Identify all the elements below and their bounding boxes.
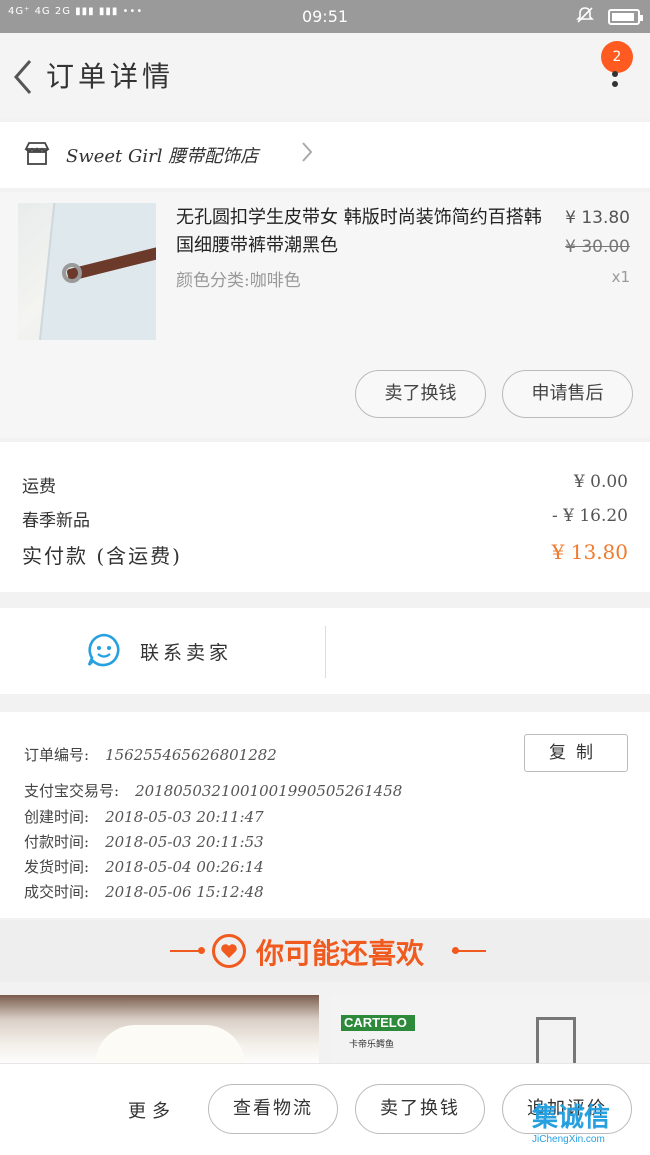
alipay-row: 支付宝交易号: 2018050321001001990505261458 xyxy=(24,780,402,801)
store-icon xyxy=(24,140,50,166)
promo-value: - ¥ 16.20 xyxy=(551,506,628,526)
after-sale-button[interactable]: 申请售后 xyxy=(502,370,633,418)
back-icon[interactable] xyxy=(10,57,40,97)
total-value: ¥ 13.80 xyxy=(551,540,628,564)
shipping-value: ¥ 0.00 xyxy=(573,472,628,492)
shipped-label: 发货时间: xyxy=(24,858,90,876)
shop-link[interactable]: Sweet Girl 腰带配饰店 xyxy=(0,122,650,188)
watermark-cn: 集诚信 xyxy=(532,1102,611,1132)
header: 订单详情 2 xyxy=(0,33,650,119)
product-original-price: ¥ 30.00 xyxy=(565,237,630,257)
contact-seller-button[interactable]: 联系卖家 xyxy=(140,638,232,665)
more-menu-icon[interactable] xyxy=(610,69,620,91)
brand-logo: CARTELO xyxy=(341,1015,415,1031)
brand-subtitle: 卡帝乐鳄鱼 xyxy=(349,1039,395,1049)
product-price: ¥ 13.80 xyxy=(565,208,630,228)
order-number: 156255465626801282 xyxy=(105,746,277,764)
chat-bubble-icon[interactable] xyxy=(86,632,122,668)
paid-time: 2018-05-03 20:11:53 xyxy=(105,833,264,851)
mute-bell-icon xyxy=(576,6,594,28)
suitcase-handle-icon xyxy=(536,1017,576,1065)
decor-dot-left xyxy=(198,947,205,954)
created-label: 创建时间: xyxy=(24,808,90,826)
shipping-label: 运费 xyxy=(22,477,56,497)
decor-line-right xyxy=(452,950,486,952)
total-label: 实付款 (含运费) xyxy=(22,544,182,568)
heart-icon xyxy=(212,934,246,968)
product-quantity: x1 xyxy=(611,268,630,286)
shipped-time: 2018-05-04 00:26:14 xyxy=(105,858,264,876)
chevron-right-icon xyxy=(300,139,314,171)
created-time: 2018-05-03 20:11:47 xyxy=(105,808,264,826)
created-row: 创建时间: 2018-05-03 20:11:47 xyxy=(24,806,264,827)
status-bar: 4G⁺ 4G 2G ▮▮▮ ▮▮▮ ••• 09:51 xyxy=(0,0,650,33)
alipay-label: 支付宝交易号: xyxy=(24,782,120,800)
shipped-row: 发货时间: 2018-05-04 00:26:14 xyxy=(24,856,264,877)
bottom-action-bar: 更多 查看物流 卖了换钱 追加评价 集诚信 JiChengXin.com xyxy=(0,1063,650,1155)
recommend-header: 你可能还喜欢 xyxy=(0,920,650,982)
promo-row: 春季新品 - ¥ 16.20 xyxy=(22,506,628,531)
resell-bottom-button[interactable]: 卖了换钱 xyxy=(355,1084,485,1134)
completed-time: 2018-05-06 15:12:48 xyxy=(105,883,264,901)
paid-row: 付款时间: 2018-05-03 20:11:53 xyxy=(24,831,264,852)
completed-row: 成交时间: 2018-05-06 15:12:48 xyxy=(24,881,264,902)
product-item[interactable]: 无孔圆扣学生皮带女 韩版时尚装饰简约百搭韩国细腰带裤带潮黑色 颜色分类:咖啡色 … xyxy=(0,192,650,438)
page-title: 订单详情 xyxy=(46,60,175,93)
paid-label: 付款时间: xyxy=(24,833,90,851)
completed-label: 成交时间: xyxy=(24,883,90,901)
alipay-number: 2018050321001001990505261458 xyxy=(135,782,403,800)
clock: 09:51 xyxy=(301,7,349,26)
recommend-item-dress[interactable] xyxy=(0,995,319,1065)
view-logistics-button[interactable]: 查看物流 xyxy=(208,1084,338,1134)
shop-name: Sweet Girl 腰带配饰店 xyxy=(66,146,259,167)
order-info: 订单编号: 156255465626801282 复制 支付宝交易号: 201805… xyxy=(0,712,650,918)
watermark: 集诚信 JiChengXin.com xyxy=(532,1097,644,1147)
status-icons xyxy=(576,6,643,28)
more-button[interactable]: 更多 xyxy=(128,1097,176,1123)
product-title[interactable]: 无孔圆扣学生皮带女 韩版时尚装饰简约百搭韩国细腰带裤带潮黑色 xyxy=(176,204,556,260)
fee-summary: 运费 ¥ 0.00 春季新品 - ¥ 16.20 实付款 (含运费) ¥ 13.… xyxy=(0,442,650,592)
shipping-row: 运费 ¥ 0.00 xyxy=(22,472,628,497)
copy-button[interactable]: 复制 xyxy=(524,734,628,772)
battery-icon xyxy=(608,9,643,25)
product-sku: 颜色分类:咖啡色 xyxy=(176,271,301,291)
total-row: 实付款 (含运费) ¥ 13.80 xyxy=(22,540,628,569)
resell-button[interactable]: 卖了换钱 xyxy=(355,370,486,418)
recommend-title: 你可能还喜欢 xyxy=(256,938,425,969)
order-number-label: 订单编号: xyxy=(24,746,90,764)
product-thumbnail[interactable] xyxy=(18,203,156,340)
promo-label: 春季新品 xyxy=(22,511,90,531)
divider xyxy=(325,626,326,678)
contact-bar: 联系卖家 xyxy=(0,608,650,694)
recommend-item-luggage[interactable]: CARTELO 卡帝乐鳄鱼 xyxy=(331,995,650,1065)
order-number-row: 订单编号: 156255465626801282 xyxy=(24,744,277,765)
watermark-en: JiChengXin.com xyxy=(532,1134,605,1145)
